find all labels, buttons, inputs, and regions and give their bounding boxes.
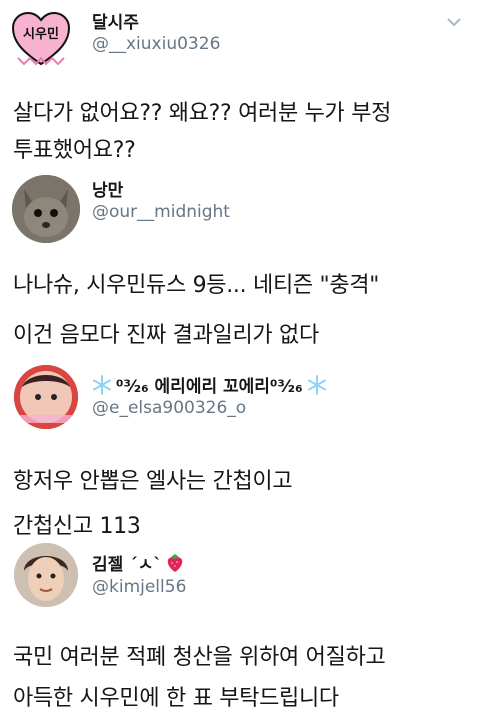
cat-avatar-image <box>12 175 80 243</box>
tweet-text-line: 투표했어요?? <box>13 138 136 163</box>
avatar[interactable] <box>14 365 78 429</box>
heart-icon: 시우민 <box>11 11 71 66</box>
display-name[interactable]: 김젤 ˊㅅˋ <box>92 550 184 575</box>
tweet-3: ⁰³⁄₂₆ 에리에리 꼬에리⁰³⁄₂₆ @e_elsa900326_o 항저우 … <box>0 360 480 539</box>
avatar-badge-text: 시우민 <box>23 26 59 42</box>
tweet-text-line: 이건 음모다 진짜 결과일리가 없다 <box>13 323 319 348</box>
tweet-text-line: 아득한 시우민에 한 표 부탁드립니다 <box>13 686 339 711</box>
avatar[interactable]: 시우민 <box>10 8 72 70</box>
profile-photo-image <box>14 365 78 429</box>
user-handle[interactable]: @__xiuxiu0326 <box>92 34 220 54</box>
tweet-text-line: 국민 여러분 적폐 청산을 위하여 어질하고 <box>13 645 386 670</box>
tweet-2: 낭만 @our__midnight 나나슈, 시우민듀스 9등... 네티즌 "… <box>0 170 480 360</box>
tweet-text-line: 살다가 없어요?? 왜요?? 여러분 누가 부정 <box>13 101 392 126</box>
snowflake-icon <box>307 374 326 395</box>
user-handle[interactable]: @kimjell56 <box>92 577 186 597</box>
avatar[interactable] <box>12 175 80 243</box>
snowflake-icon <box>93 374 111 395</box>
strawberry-icon <box>167 553 183 572</box>
user-handle[interactable]: @our__midnight <box>92 202 230 222</box>
user-handle[interactable]: @e_elsa900326_o <box>92 398 246 418</box>
tweet-4: 김젤 ˊㅅˋ @kimjell56 국민 여러분 적폐 청산을 위하여 어질하고… <box>0 535 480 722</box>
profile-photo-image <box>14 543 78 607</box>
tweet-text-line: 항저우 안뽑은 엘사는 간첩이고 <box>13 469 293 494</box>
display-name[interactable]: 달시주 <box>92 8 139 33</box>
avatar[interactable] <box>14 543 78 607</box>
display-name[interactable]: 낭만 <box>92 176 123 201</box>
tweet-text-line: 나나슈, 시우민듀스 9등... 네티즌 "충격" <box>13 273 380 298</box>
tweet-1: 시우민 달시주 @__xiuxiu0326 살다가 없어요?? 왜요?? 여러분… <box>0 0 480 170</box>
display-name[interactable]: ⁰³⁄₂₆ 에리에리 꼬에리⁰³⁄₂₆ <box>92 372 327 397</box>
chevron-down-icon[interactable] <box>446 14 462 30</box>
